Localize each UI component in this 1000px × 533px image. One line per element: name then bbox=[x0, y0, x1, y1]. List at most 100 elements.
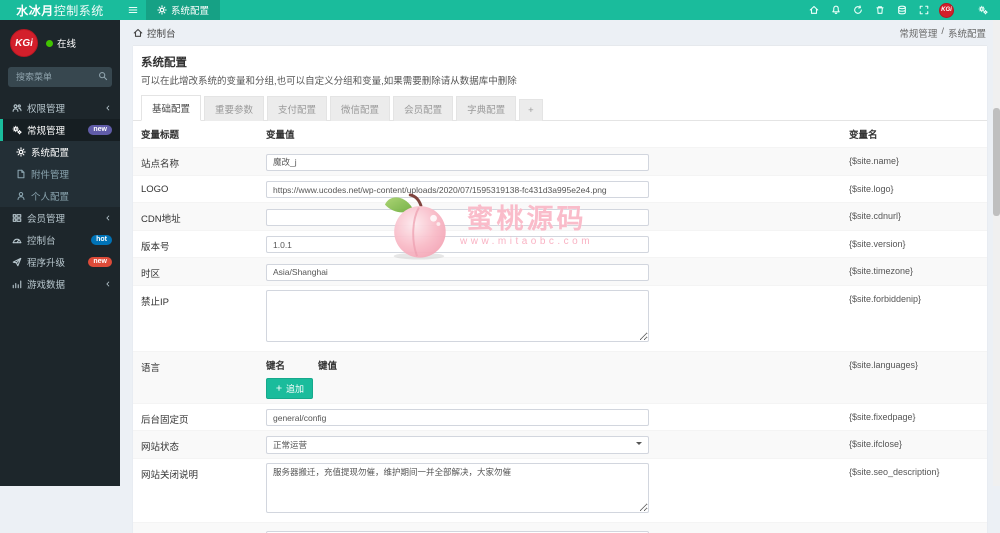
navbar-tab-system-config[interactable]: 系统配置 bbox=[146, 0, 220, 20]
top-navbar: 水冰月控制系统 系统配置 KGi bbox=[0, 0, 1000, 20]
config-row-语言: 语言键名键值追加 {$site.languages} bbox=[133, 351, 987, 403]
scrollbar-thumb[interactable] bbox=[993, 108, 1000, 216]
row-value-cell bbox=[266, 235, 849, 254]
sidebar-item-个人配置[interactable]: 个人配置 bbox=[0, 185, 120, 207]
add-tab-button[interactable]: + bbox=[519, 99, 543, 121]
badge-new: new bbox=[88, 257, 112, 268]
config-row-版本号: 版本号 {$site.version} bbox=[133, 230, 987, 258]
cogs-icon[interactable] bbox=[972, 0, 994, 20]
sidebar-item-会员管理[interactable]: 会员管理 bbox=[0, 207, 120, 229]
content-area: 控制台 常规管理 / 系统配置 系统配置 可以在此增改系统的变量和分组,也可以自… bbox=[120, 20, 1000, 486]
row-value-cell bbox=[266, 207, 849, 226]
system-config-card: 系统配置 可以在此增改系统的变量和分组,也可以自定义分组和变量,如果需要删除请从… bbox=[133, 45, 987, 533]
file-icon bbox=[16, 169, 26, 179]
sidebar-item-程序升级[interactable]: 程序升级new bbox=[0, 251, 120, 273]
sidebar-item-label: 个人配置 bbox=[31, 189, 112, 203]
online-status-label: 在线 bbox=[57, 36, 76, 50]
online-status-dot bbox=[46, 40, 53, 47]
sidebar-item-label: 附件管理 bbox=[31, 167, 112, 181]
dashboard-icon bbox=[12, 235, 22, 245]
tab-基础配置[interactable]: 基础配置 bbox=[141, 95, 201, 121]
expand-icon[interactable] bbox=[913, 0, 935, 20]
row-value-cell bbox=[266, 152, 849, 171]
sidebar-item-权限管理[interactable]: 权限管理 bbox=[0, 97, 120, 119]
page-description: 可以在此增改系统的变量和分组,也可以自定义分组和变量,如果需要删除请从数据库中删… bbox=[141, 73, 979, 87]
header-variable-title: 变量标题 bbox=[141, 127, 266, 141]
submenu-常规管理: 系统配置附件管理个人配置 bbox=[0, 141, 120, 207]
textarea-禁止IP[interactable] bbox=[266, 290, 649, 342]
variable-name: {$site.cdnurl} bbox=[849, 207, 979, 221]
badge-new: new bbox=[88, 125, 112, 136]
sidebar-toggle-icon[interactable] bbox=[120, 0, 146, 20]
row-label: CDN地址 bbox=[141, 207, 266, 225]
sidebar-item-label: 系统配置 bbox=[31, 145, 112, 159]
tab-字典配置[interactable]: 字典配置 bbox=[456, 96, 516, 121]
brand-rest: 控制系统 bbox=[54, 2, 104, 19]
row-value-cell bbox=[266, 529, 849, 533]
tab-微信配置[interactable]: 微信配置 bbox=[330, 96, 390, 121]
navbar-right-icons: KGi bbox=[803, 0, 1000, 20]
sidebar-item-label: 会员管理 bbox=[27, 211, 104, 225]
trash-icon[interactable] bbox=[869, 0, 891, 20]
gear-icon bbox=[16, 147, 26, 157]
row-label: 版本号 bbox=[141, 235, 266, 253]
navbar-avatar[interactable]: KGi bbox=[939, 3, 954, 18]
cogs-icon bbox=[12, 125, 22, 135]
config-row-后台固定页: 后台固定页{$site.fixedpage} bbox=[133, 403, 987, 431]
row-label: 语言 bbox=[141, 356, 266, 374]
tab-支付配置[interactable]: 支付配置 bbox=[267, 96, 327, 121]
tab-会员配置[interactable]: 会员配置 bbox=[393, 96, 453, 121]
input-时区[interactable] bbox=[266, 264, 649, 281]
sidebar-item-游戏数据[interactable]: 游戏数据 bbox=[0, 273, 120, 295]
config-tabs: 基础配置重要参数支付配置微信配置会员配置字典配置+ bbox=[133, 87, 987, 121]
textarea-网站关闭说明[interactable] bbox=[266, 463, 649, 513]
user-avatar[interactable]: KGi bbox=[10, 29, 38, 57]
variable-name: {$site.languages} bbox=[849, 356, 979, 370]
row-label: 后台固定页 bbox=[141, 408, 266, 426]
input-LOGO[interactable] bbox=[266, 181, 649, 198]
append-button[interactable]: 追加 bbox=[266, 378, 313, 399]
th-list-icon bbox=[12, 213, 22, 223]
input-后台固定页[interactable] bbox=[266, 409, 649, 426]
sidebar-item-系统配置[interactable]: 系统配置 bbox=[0, 141, 120, 163]
page-scrollbar[interactable] bbox=[993, 20, 1000, 486]
bell-icon[interactable] bbox=[825, 0, 847, 20]
config-row-CDN地址: CDN地址 {$site.cdnurl} bbox=[133, 202, 987, 230]
tab-重要参数[interactable]: 重要参数 bbox=[204, 96, 264, 121]
search-icon[interactable] bbox=[98, 71, 108, 81]
search-input[interactable] bbox=[8, 67, 112, 87]
input-CDN地址[interactable] bbox=[266, 209, 649, 226]
sync-icon[interactable] bbox=[847, 0, 869, 20]
sidebar: KGi 在线 权限管理常规管理new系统配置附件管理个人配置会员管理控制台hot… bbox=[0, 20, 120, 486]
variable-name: {$site.seo_description} bbox=[849, 463, 979, 477]
config-row-网站地址: 网站地址 bbox=[133, 522, 987, 533]
variable-name: {$site.version} bbox=[849, 235, 979, 249]
users-icon bbox=[12, 103, 22, 113]
row-label: 网站地址 bbox=[141, 529, 266, 533]
header-variable-value: 变量值 bbox=[266, 127, 849, 141]
navbar-tab-label: 系统配置 bbox=[171, 3, 209, 17]
kv-header: 键名 bbox=[266, 358, 285, 372]
home-icon[interactable] bbox=[803, 0, 825, 20]
variable-name: {$site.name} bbox=[849, 152, 979, 166]
database-icon[interactable] bbox=[891, 0, 913, 20]
sidebar-item-label: 游戏数据 bbox=[27, 277, 104, 291]
variable-name: {$site.ifclose} bbox=[849, 435, 979, 449]
breadcrumb: 控制台 常规管理 / 系统配置 bbox=[120, 20, 1000, 45]
sidebar-item-控制台[interactable]: 控制台hot bbox=[0, 229, 120, 251]
sidebar-item-附件管理[interactable]: 附件管理 bbox=[0, 163, 120, 185]
row-value-cell: 正常运营 bbox=[266, 435, 849, 454]
input-版本号[interactable] bbox=[266, 236, 649, 253]
sidebar-menu: 权限管理常规管理new系统配置附件管理个人配置会员管理控制台hot程序升级new… bbox=[0, 93, 120, 295]
sidebar-item-常规管理[interactable]: 常规管理new bbox=[0, 119, 120, 141]
kv-headers: 键名键值 bbox=[266, 356, 849, 372]
config-row-LOGO: LOGO{$site.logo} bbox=[133, 175, 987, 203]
select-wrap-网站状态: 正常运营 bbox=[266, 435, 649, 454]
config-table: 变量标题 变量值 变量名 站点名称{$site.name}LOGO{$site.… bbox=[133, 121, 987, 533]
breadcrumb-parent[interactable]: 常规管理 bbox=[899, 26, 937, 40]
breadcrumb-left[interactable]: 控制台 bbox=[147, 26, 176, 40]
select-网站状态[interactable]: 正常运营 bbox=[266, 436, 649, 454]
row-value-cell bbox=[266, 408, 849, 427]
user-panel: KGi 在线 bbox=[0, 20, 120, 64]
input-站点名称[interactable] bbox=[266, 154, 649, 171]
